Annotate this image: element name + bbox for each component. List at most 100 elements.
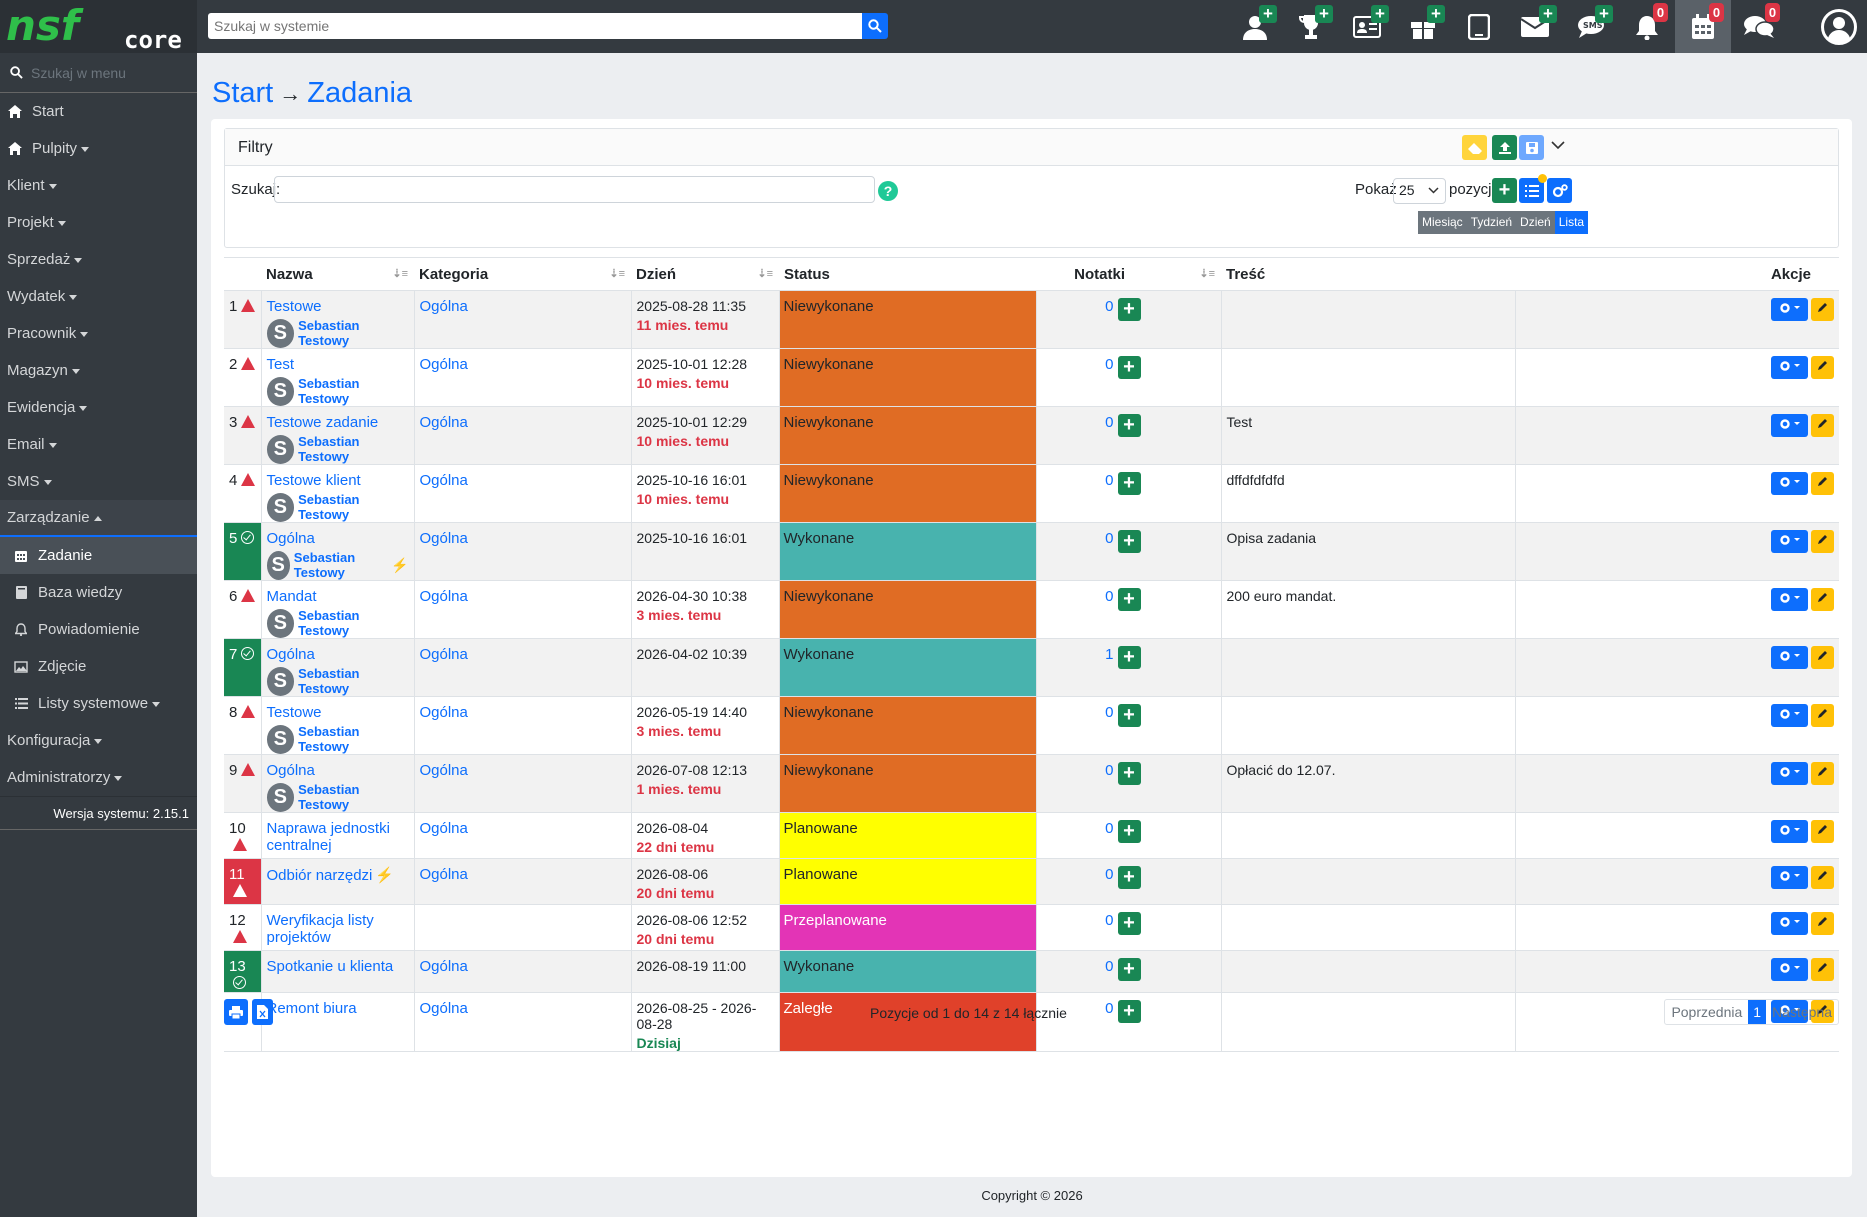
menu-search[interactable]: Szukaj w menu xyxy=(0,53,197,93)
sidebar-item-pracownik[interactable]: Pracownik xyxy=(0,315,197,352)
category-link[interactable]: Ogólna xyxy=(420,472,468,489)
edit-button[interactable] xyxy=(1811,414,1834,437)
edit-button[interactable] xyxy=(1811,958,1834,981)
page-size-select[interactable]: 25 xyxy=(1393,178,1446,204)
row-settings-dropdown[interactable] xyxy=(1771,762,1808,785)
sidebar-item-pulpity[interactable]: Pulpity xyxy=(0,130,197,167)
global-search-input[interactable] xyxy=(208,13,862,39)
sort-icon[interactable]: ⇣≡ xyxy=(609,267,625,280)
clear-filters-button[interactable] xyxy=(1462,135,1487,160)
notes-count[interactable]: 0 xyxy=(1105,298,1113,315)
task-name-link[interactable]: Testowe xyxy=(267,298,322,315)
pagination-prev[interactable]: Poprzednia xyxy=(1665,1000,1748,1024)
assigned-user[interactable]: S Sebastian Testowy xyxy=(266,318,409,348)
col-day[interactable]: Dzień ⇣≡ xyxy=(631,257,779,291)
view-month[interactable]: Miesiąc xyxy=(1418,211,1467,234)
sidebar-item-sprzedaz[interactable]: Sprzedaż xyxy=(0,241,197,278)
add-note-button[interactable]: + xyxy=(1117,820,1141,843)
row-settings-dropdown[interactable] xyxy=(1771,704,1808,727)
add-note-button[interactable]: + xyxy=(1117,762,1141,785)
task-name-link[interactable]: Spotkanie u klienta xyxy=(267,958,394,975)
category-link[interactable]: Ogólna xyxy=(420,704,468,721)
category-link[interactable]: Ogólna xyxy=(420,958,468,975)
assigned-user[interactable]: S Sebastian Testowy xyxy=(266,434,409,464)
edit-button[interactable] xyxy=(1811,298,1834,321)
col-name[interactable]: Nazwa ⇣≡ xyxy=(261,257,414,291)
sidebar-item-magazyn[interactable]: Magazyn xyxy=(0,352,197,389)
assigned-user[interactable]: S Sebastian Testowy xyxy=(266,666,409,696)
pagination-next[interactable]: Następna xyxy=(1766,1000,1838,1024)
notes-count[interactable]: 0 xyxy=(1105,414,1113,431)
sort-icon[interactable]: ⇣≡ xyxy=(392,267,408,280)
edit-button[interactable] xyxy=(1811,472,1834,495)
filters-header[interactable]: Filtry xyxy=(225,129,1838,166)
add-note-button[interactable]: + xyxy=(1117,356,1141,379)
sidebar-item-baza-wiedzy[interactable]: Baza wiedzy xyxy=(0,574,197,611)
export-button[interactable] xyxy=(1492,135,1517,160)
edit-button[interactable] xyxy=(1811,866,1834,889)
add-note-button[interactable]: + xyxy=(1117,588,1141,611)
sidebar-item-zdjecie[interactable]: Zdjęcie xyxy=(0,648,197,685)
notes-count[interactable]: 0 xyxy=(1105,530,1113,547)
category-link[interactable]: Ogólna xyxy=(420,356,468,373)
row-settings-dropdown[interactable] xyxy=(1771,646,1808,669)
add-note-button[interactable]: + xyxy=(1117,958,1141,981)
notes-count[interactable]: 0 xyxy=(1105,958,1113,975)
notifications-button[interactable]: 0 xyxy=(1619,0,1675,53)
calendar-button[interactable]: 0 xyxy=(1675,0,1731,53)
add-note-button[interactable]: + xyxy=(1117,414,1141,437)
edit-button[interactable] xyxy=(1811,762,1834,785)
add-award-button[interactable]: + xyxy=(1283,0,1339,53)
category-link[interactable]: Ogólna xyxy=(420,820,468,837)
add-mail-button[interactable]: + xyxy=(1507,0,1563,53)
row-settings-dropdown[interactable] xyxy=(1771,820,1808,843)
assigned-user[interactable]: S Sebastian Testowy xyxy=(266,782,409,812)
help-icon[interactable]: ? xyxy=(878,181,898,201)
notes-count[interactable]: 0 xyxy=(1105,912,1113,929)
notes-count[interactable]: 0 xyxy=(1105,472,1113,489)
notes-count[interactable]: 0 xyxy=(1105,588,1113,605)
add-note-button[interactable]: + xyxy=(1117,1000,1141,1023)
breadcrumb-start[interactable]: Start xyxy=(212,77,273,110)
task-name-link[interactable]: Naprawa jednostki centralnej xyxy=(267,820,390,854)
view-week[interactable]: Tydzień xyxy=(1466,211,1517,234)
sidebar-item-ewidencja[interactable]: Ewidencja xyxy=(0,389,197,426)
notes-count[interactable]: 0 xyxy=(1105,1000,1113,1017)
nsf-core-logo[interactable]: nsf core xyxy=(0,0,197,53)
category-link[interactable]: Ogólna xyxy=(420,866,468,883)
col-notes[interactable]: Notatki ⇣≡ xyxy=(1036,257,1221,291)
edit-button[interactable] xyxy=(1811,356,1834,379)
notes-count[interactable]: 0 xyxy=(1105,762,1113,779)
sidebar-item-start[interactable]: Start xyxy=(0,93,197,130)
add-note-button[interactable]: + xyxy=(1117,866,1141,889)
assigned-user[interactable]: S Sebastian Testowy xyxy=(266,608,409,638)
add-sms-button[interactable]: SMS + xyxy=(1563,0,1619,53)
edit-button[interactable] xyxy=(1811,646,1834,669)
task-name-link[interactable]: Testowe zadanie xyxy=(267,414,379,431)
add-client-button[interactable]: + xyxy=(1227,0,1283,53)
notes-count[interactable]: 0 xyxy=(1105,356,1113,373)
assigned-user[interactable]: S Sebastian Testowy xyxy=(266,724,409,754)
category-link[interactable]: Ogólna xyxy=(420,414,468,431)
add-note-button[interactable]: + xyxy=(1117,530,1141,553)
add-gift-button[interactable]: + xyxy=(1395,0,1451,53)
col-category[interactable]: Kategoria ⇣≡ xyxy=(414,257,631,291)
row-settings-dropdown[interactable] xyxy=(1771,530,1808,553)
task-name-link[interactable]: Ogólna xyxy=(267,530,315,547)
assigned-user[interactable]: S Sebastian Testowy xyxy=(266,492,409,522)
row-settings-dropdown[interactable] xyxy=(1771,298,1808,321)
sidebar-item-zarzadzanie[interactable]: Zarządzanie xyxy=(0,500,197,537)
category-link[interactable]: Ogólna xyxy=(420,1000,468,1017)
chat-button[interactable]: 0 xyxy=(1731,0,1787,53)
notes-count[interactable]: 0 xyxy=(1105,704,1113,721)
view-day[interactable]: Dzień xyxy=(1516,211,1555,234)
sort-icon[interactable]: ⇣≡ xyxy=(1199,267,1215,280)
category-link[interactable]: Ogólna xyxy=(420,298,468,315)
row-settings-dropdown[interactable] xyxy=(1771,866,1808,889)
notes-count[interactable]: 0 xyxy=(1105,820,1113,837)
add-note-button[interactable]: + xyxy=(1117,646,1141,669)
assigned-user[interactable]: S Sebastian Testowy xyxy=(266,376,409,406)
pagination-page-1[interactable]: 1 xyxy=(1748,1000,1767,1024)
sidebar-item-wydatek[interactable]: Wydatek xyxy=(0,278,197,315)
print-button[interactable] xyxy=(224,999,248,1025)
